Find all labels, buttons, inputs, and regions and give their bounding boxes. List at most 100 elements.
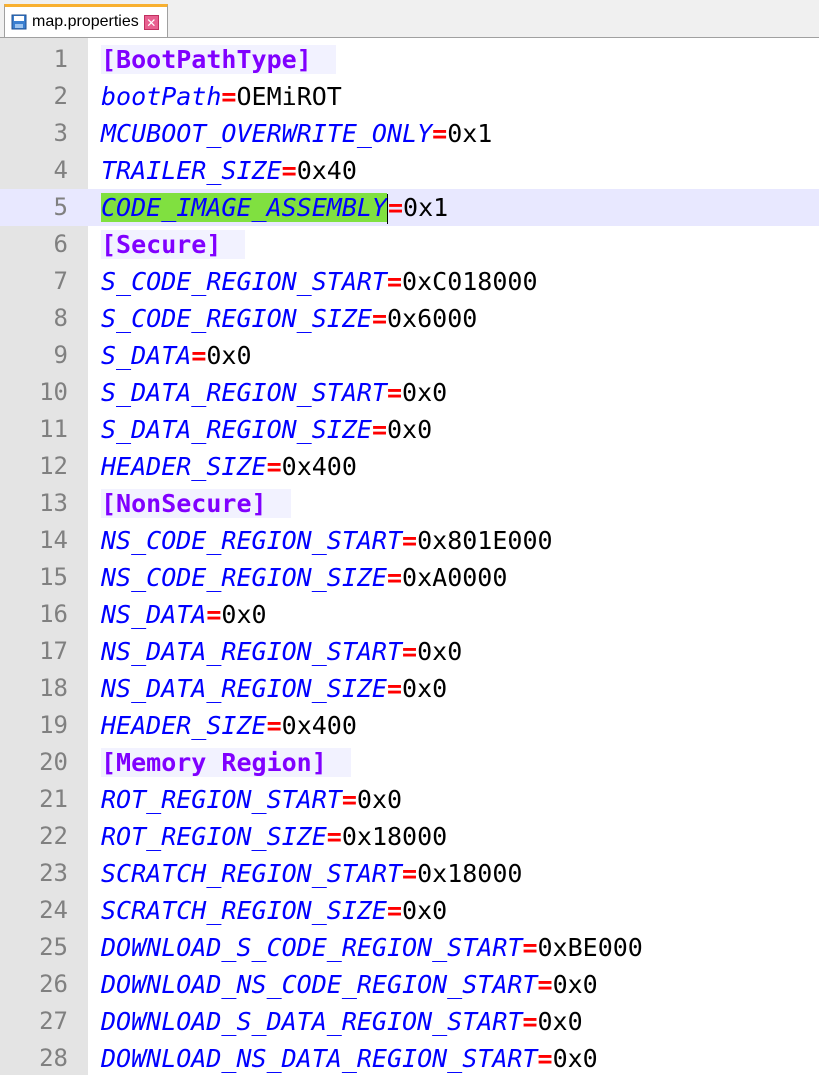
property-key: DOWNLOAD_S_DATA_REGION_START xyxy=(101,1007,523,1036)
section-header: [Secure] xyxy=(101,230,246,259)
property-key: SCRATCH_REGION_SIZE xyxy=(101,896,387,925)
code-line[interactable]: 12 HEADER_SIZE=0x400 xyxy=(0,448,819,485)
code-line[interactable]: 16 NS_DATA=0x0 xyxy=(0,596,819,633)
line-content: NS_DATA=0x0 xyxy=(101,596,267,633)
property-key: S_DATA_REGION_SIZE xyxy=(101,415,372,444)
code-line[interactable]: 13 [NonSecure] xyxy=(0,485,819,522)
property-key: HEADER_SIZE xyxy=(101,452,267,481)
code-line[interactable]: 20 [Memory Region] xyxy=(0,744,819,781)
equals-operator: = xyxy=(371,304,387,333)
equals-operator: = xyxy=(266,452,282,481)
property-key: S_CODE_REGION_SIZE xyxy=(101,304,372,333)
tab-map-properties[interactable]: map.properties ✕ xyxy=(4,4,168,37)
property-value: 0x0 xyxy=(402,896,448,925)
line-number: 1 xyxy=(53,45,68,73)
line-number: 4 xyxy=(53,156,68,184)
code-line[interactable]: 24 SCRATCH_REGION_SIZE=0x0 xyxy=(0,892,819,929)
property-key: S_DATA_REGION_START xyxy=(101,378,387,407)
line-content: SCRATCH_REGION_START=0x18000 xyxy=(101,855,522,892)
property-value: 0x0 xyxy=(402,378,448,407)
line-content: NS_DATA_REGION_SIZE=0x0 xyxy=(101,670,447,707)
close-icon[interactable]: ✕ xyxy=(143,14,159,30)
line-content: NS_CODE_REGION_START=0x801E000 xyxy=(101,522,553,559)
property-value: 0x0 xyxy=(537,1007,583,1036)
line-number: 17 xyxy=(39,637,68,665)
code-line[interactable]: 8 S_CODE_REGION_SIZE=0x6000 xyxy=(0,300,819,337)
code-line[interactable]: 21 ROT_REGION_START=0x0 xyxy=(0,781,819,818)
line-content: SCRATCH_REGION_SIZE=0x0 xyxy=(101,892,447,929)
line-number: 20 xyxy=(39,748,68,776)
line-content: S_DATA=0x0 xyxy=(101,337,252,374)
code-line[interactable]: 28 DOWNLOAD_NS_DATA_REGION_START=0x0 xyxy=(0,1040,819,1075)
property-key: ROT_REGION_SIZE xyxy=(101,822,327,851)
property-value: 0x18000 xyxy=(417,859,523,888)
property-value: 0x0 xyxy=(552,1044,598,1073)
line-content: HEADER_SIZE=0x400 xyxy=(101,448,357,485)
code-line[interactable]: 10 S_DATA_REGION_START=0x0 xyxy=(0,374,819,411)
code-line[interactable]: 19 HEADER_SIZE=0x400 xyxy=(0,707,819,744)
code-line[interactable]: 1 [BootPathType] xyxy=(0,41,819,78)
property-value: 0x0 xyxy=(417,637,463,666)
tab-bar: map.properties ✕ xyxy=(0,0,819,38)
code-line[interactable]: 25 DOWNLOAD_S_CODE_REGION_START=0xBE000 xyxy=(0,929,819,966)
line-content: ROT_REGION_SIZE=0x18000 xyxy=(101,818,447,855)
property-value: 0x18000 xyxy=(341,822,448,851)
property-key: DOWNLOAD_NS_DATA_REGION_START xyxy=(101,1044,538,1073)
line-content: ROT_REGION_START=0x0 xyxy=(101,781,402,818)
property-key: NS_CODE_REGION_START xyxy=(101,526,403,555)
equals-operator: = xyxy=(221,82,237,111)
line-content: [Memory Region] xyxy=(101,744,351,781)
code-line[interactable]: 18 NS_DATA_REGION_SIZE=0x0 xyxy=(0,670,819,707)
property-key: DOWNLOAD_S_CODE_REGION_START xyxy=(101,933,523,962)
line-content: [Secure] xyxy=(101,226,246,263)
line-content: S_CODE_REGION_START=0xC018000 xyxy=(101,263,538,300)
line-number: 11 xyxy=(39,415,68,443)
code-line[interactable]: 3 MCUBOOT_OVERWRITE_ONLY=0x1 xyxy=(0,115,819,152)
property-key: NS_DATA_REGION_START xyxy=(101,637,403,666)
line-number: 6 xyxy=(53,230,68,258)
section-header: [NonSecure] xyxy=(101,489,291,518)
code-line[interactable]: 9 S_DATA=0x0 xyxy=(0,337,819,374)
line-content: HEADER_SIZE=0x400 xyxy=(101,707,357,744)
line-content: DOWNLOAD_S_DATA_REGION_START=0x0 xyxy=(101,1003,583,1040)
line-content: S_DATA_REGION_SIZE=0x0 xyxy=(101,411,432,448)
property-value: 0x801E000 xyxy=(417,526,553,555)
code-line[interactable]: 22 ROT_REGION_SIZE=0x18000 xyxy=(0,818,819,855)
line-content: S_DATA_REGION_START=0x0 xyxy=(101,374,447,411)
property-value: 0x1 xyxy=(447,119,493,148)
code-line[interactable]: 15 NS_CODE_REGION_SIZE=0xA0000 xyxy=(0,559,819,596)
line-number: 16 xyxy=(39,600,68,628)
property-key: ROT_REGION_START xyxy=(101,785,342,814)
code-line[interactable]: 14 NS_CODE_REGION_START=0x801E000 xyxy=(0,522,819,559)
equals-operator: = xyxy=(341,785,357,814)
code-line[interactable]: 4 TRAILER_SIZE=0x40 xyxy=(0,152,819,189)
line-content: bootPath=OEMiROT xyxy=(101,78,342,115)
code-line[interactable]: 7 S_CODE_REGION_START=0xC018000 xyxy=(0,263,819,300)
equals-operator: = xyxy=(266,711,282,740)
property-value: 0xA0000 xyxy=(402,563,508,592)
code-line[interactable]: 11 S_DATA_REGION_SIZE=0x0 xyxy=(0,411,819,448)
code-line[interactable]: 26 DOWNLOAD_NS_CODE_REGION_START=0x0 xyxy=(0,966,819,1003)
line-number: 26 xyxy=(39,970,68,998)
tab-title: map.properties xyxy=(32,13,139,30)
property-value: 0xC018000 xyxy=(402,267,538,296)
equals-operator: = xyxy=(386,674,403,703)
line-number: 27 xyxy=(39,1007,68,1035)
code-line[interactable]: 5 CODE_IMAGE_ASSEMBLY=0x1 xyxy=(0,189,819,226)
property-value: 0x0 xyxy=(402,674,448,703)
line-number: 25 xyxy=(39,933,68,961)
code-line[interactable]: 17 NS_DATA_REGION_START=0x0 xyxy=(0,633,819,670)
code-line[interactable]: 6 [Secure] xyxy=(0,226,819,263)
line-number: 14 xyxy=(39,526,68,554)
property-key: bootPath xyxy=(101,82,222,111)
line-number: 13 xyxy=(39,489,68,517)
editor[interactable]: 1 [BootPathType] 2 bootPath=OEMiROT 3 MCUBOOT… xyxy=(0,38,819,1075)
line-number: 10 xyxy=(39,378,68,406)
code-line[interactable]: 27 DOWNLOAD_S_DATA_REGION_START=0x0 xyxy=(0,1003,819,1040)
property-key: S_CODE_REGION_START xyxy=(101,267,387,296)
line-number: 23 xyxy=(39,859,68,887)
code-line[interactable]: 23 SCRATCH_REGION_START=0x18000 xyxy=(0,855,819,892)
code-line[interactable]: 2 bootPath=OEMiROT xyxy=(0,78,819,115)
line-content: MCUBOOT_OVERWRITE_ONLY=0x1 xyxy=(101,115,492,152)
property-value: OEMiROT xyxy=(236,82,342,111)
